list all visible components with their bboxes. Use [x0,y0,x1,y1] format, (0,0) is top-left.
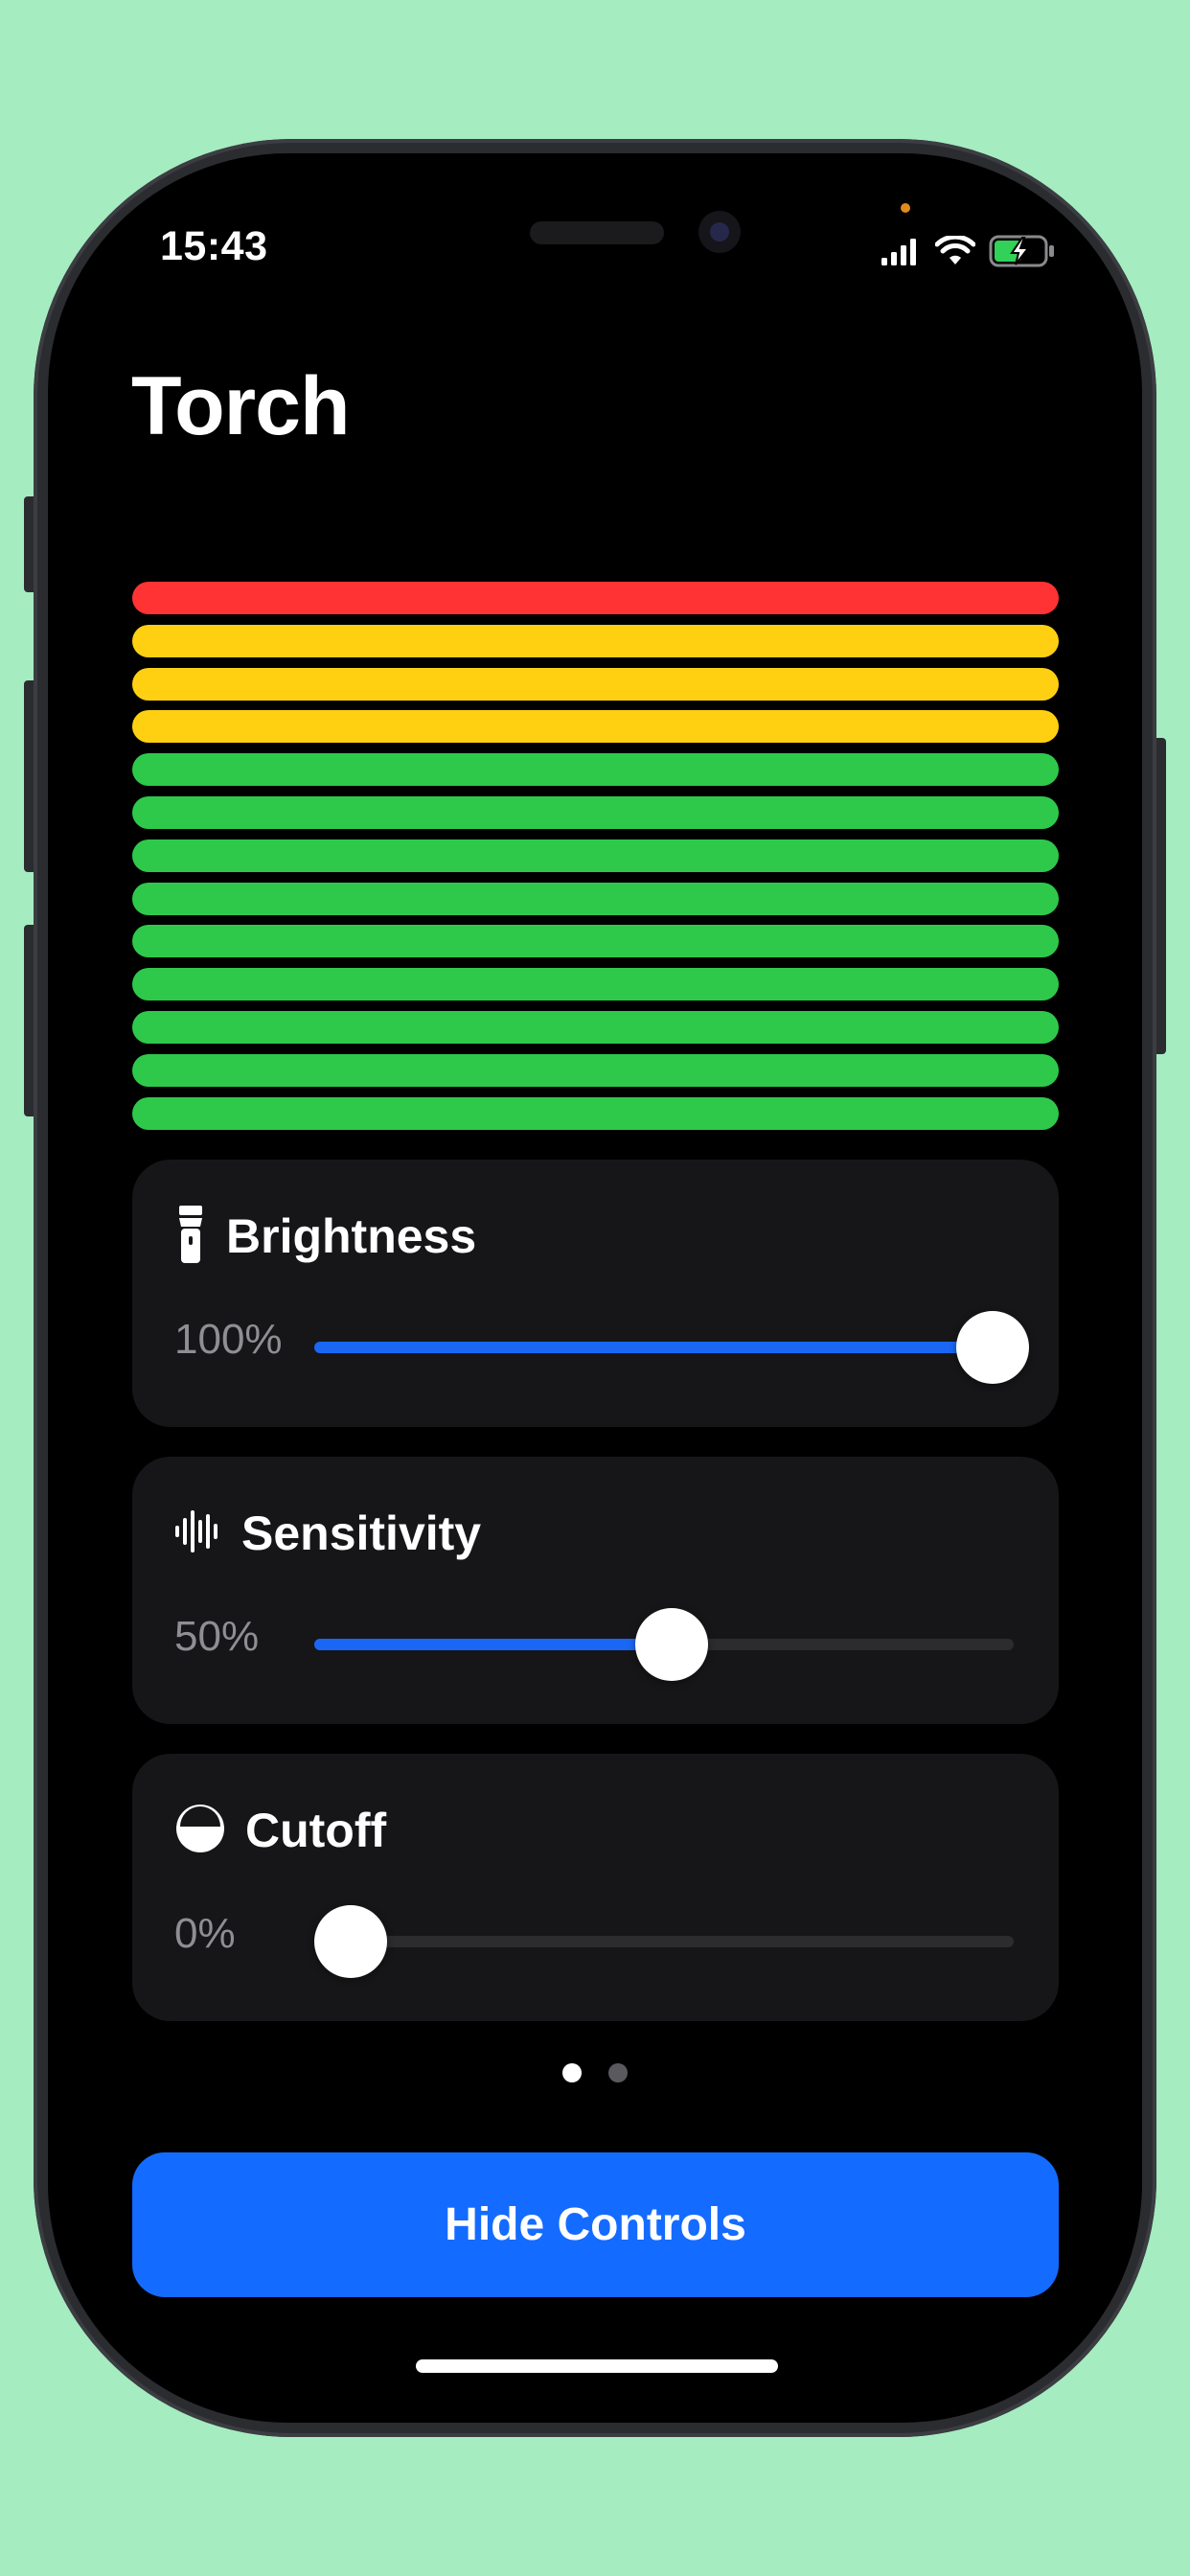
page-title: Torch [131,360,351,452]
privacy-indicator [901,203,910,213]
half-circle-icon [174,1803,226,1859]
cutoff-header: Cutoff [174,1797,386,1864]
slider-fill [314,1639,672,1650]
cutoff-label: Cutoff [245,1804,387,1857]
status-icons [881,232,1056,270]
earpiece-speaker [530,221,664,244]
status-time: 15:43 [160,223,268,269]
page-dot-active[interactable] [562,2063,582,2082]
brightness-header: Brightness [174,1203,476,1270]
slider-thumb[interactable] [314,1905,387,1978]
brightness-slider[interactable] [314,1311,1029,1384]
slider-thumb[interactable] [956,1311,1029,1384]
brightness-value: 100% [174,1316,283,1363]
cutoff-value: 0% [174,1910,236,1957]
flashlight-icon [174,1205,207,1268]
page-indicator[interactable] [48,2063,1142,2082]
sensitivity-label: Sensitivity [241,1506,482,1560]
sensitivity-header: Sensitivity [174,1500,481,1567]
sensitivity-slider[interactable] [314,1608,1014,1681]
meter-bar [132,624,1059,657]
meter-bar [132,667,1059,701]
meter-bar [132,882,1059,915]
slider-track [314,1936,1014,1947]
hide-controls-button[interactable]: Hide Controls [132,2152,1059,2297]
meter-bar [132,839,1059,872]
level-meter [132,582,1059,1139]
meter-bar [132,795,1059,829]
waveform-icon [174,1507,222,1560]
meter-bar [132,1053,1059,1087]
sensitivity-card: Sensitivity 50% [132,1457,1059,1724]
meter-bar [132,1096,1059,1130]
meter-bar [132,753,1059,787]
cellular-signal-icon [881,237,918,265]
battery-charging-icon [989,235,1056,267]
phone-screen: 15:43 Torch Brightness 100% Sensitivity … [48,153,1142,2423]
front-camera [698,211,741,253]
slider-fill [314,1342,993,1353]
cutoff-slider[interactable] [314,1905,1014,1978]
cutoff-card: Cutoff 0% [132,1754,1059,2021]
wifi-icon [935,236,975,266]
sensitivity-value: 50% [174,1613,260,1660]
meter-bar [132,1010,1059,1044]
slider-thumb[interactable] [635,1608,708,1681]
brightness-label: Brightness [226,1209,477,1263]
meter-bar [132,582,1059,614]
meter-bar [132,925,1059,958]
brightness-card: Brightness 100% [132,1160,1059,1427]
meter-bar [132,710,1059,744]
page-dot[interactable] [608,2063,628,2082]
meter-bar [132,968,1059,1001]
home-indicator[interactable] [416,2359,778,2373]
